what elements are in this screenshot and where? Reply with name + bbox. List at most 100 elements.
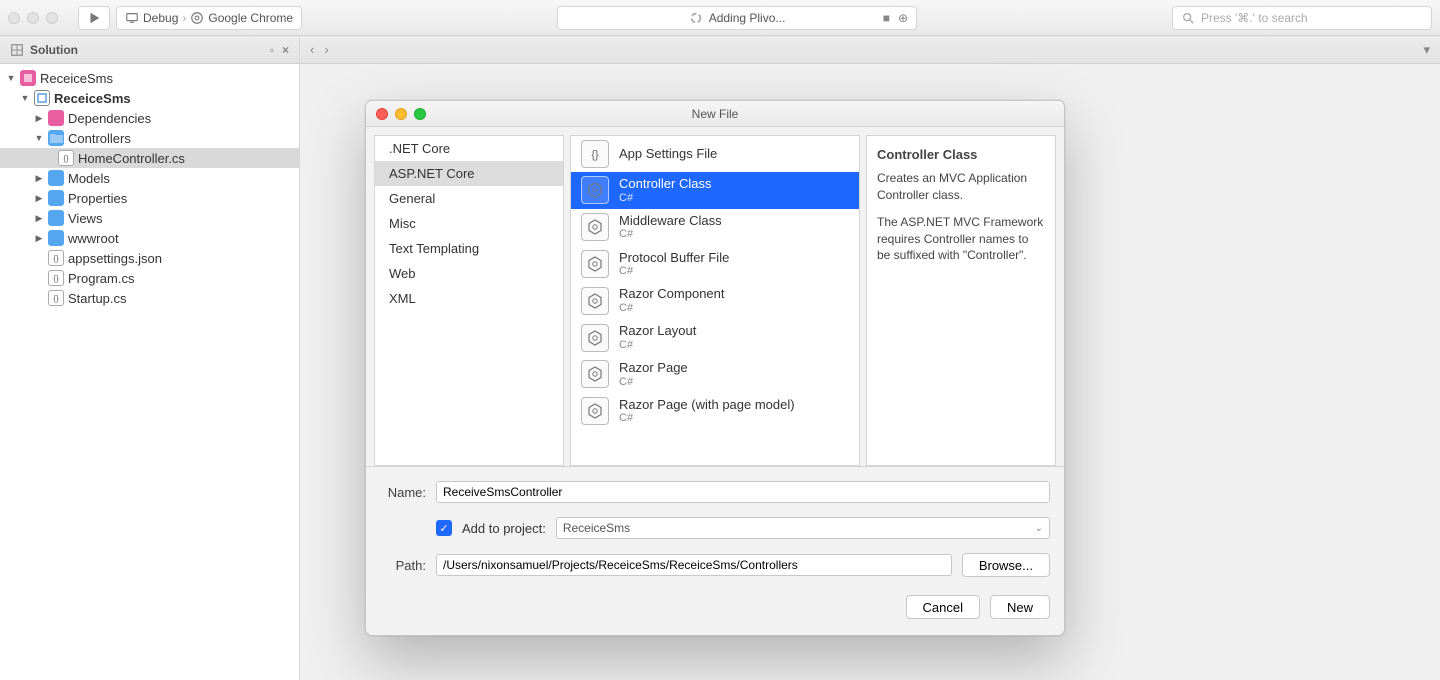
node-label: Program.cs xyxy=(68,271,134,286)
nav-back-icon[interactable]: ‹ xyxy=(310,42,314,57)
nav-forward-icon[interactable]: › xyxy=(324,42,328,57)
tree-startup-node[interactable]: {} Startup.cs xyxy=(0,288,299,308)
solution-panel-header: Solution ▫ × xyxy=(0,36,299,64)
folder-icon xyxy=(48,190,64,206)
tree-project-node[interactable]: ▼ ReceiceSms xyxy=(0,88,299,108)
global-search[interactable]: Press '⌘.' to search xyxy=(1172,6,1432,30)
new-button[interactable]: New xyxy=(990,595,1050,619)
tree-controllers-node[interactable]: ▼ Controllers xyxy=(0,128,299,148)
template-item[interactable]: Razor Page (with page model)C# xyxy=(571,393,859,430)
template-icon: {} xyxy=(581,140,609,168)
template-subtitle: C# xyxy=(619,302,725,315)
editor-crumb-bar: ‹ › ▾ xyxy=(300,36,1440,64)
category-item[interactable]: .NET Core xyxy=(375,136,563,161)
template-item[interactable]: {} App Settings File xyxy=(571,136,859,172)
tree-models-node[interactable]: ▶ Models xyxy=(0,168,299,188)
template-item[interactable]: Razor ComponentC# xyxy=(571,282,859,319)
tree-appsettings-node[interactable]: {} appsettings.json xyxy=(0,248,299,268)
category-item[interactable]: XML xyxy=(375,286,563,311)
template-item[interactable]: Razor PageC# xyxy=(571,356,859,393)
category-item[interactable]: General xyxy=(375,186,563,211)
tree-properties-node[interactable]: ▶ Properties xyxy=(0,188,299,208)
solution-tree[interactable]: ▼ ReceiceSms ▼ ReceiceSms ▶ Dependencies… xyxy=(0,64,299,680)
run-configuration[interactable]: Debug › Google Chrome xyxy=(116,6,302,30)
chevron-down-icon[interactable]: ▼ xyxy=(6,73,16,83)
tree-solution-node[interactable]: ▼ ReceiceSms xyxy=(0,68,299,88)
category-list[interactable]: .NET CoreASP.NET CoreGeneralMiscText Tem… xyxy=(374,135,564,466)
template-subtitle: C# xyxy=(619,339,696,352)
template-icon xyxy=(581,324,609,352)
node-label: Views xyxy=(68,211,102,226)
chevron-right-icon[interactable]: ▶ xyxy=(34,193,44,204)
template-name: App Settings File xyxy=(619,146,717,162)
panel-close-icon[interactable]: × xyxy=(282,43,289,57)
modal-traffic-lights[interactable] xyxy=(376,108,426,120)
category-item[interactable]: ASP.NET Core xyxy=(375,161,563,186)
spinner-icon xyxy=(689,11,703,25)
add-to-project-checkbox[interactable]: ✓ xyxy=(436,520,452,536)
close-icon[interactable] xyxy=(376,108,388,120)
tree-views-node[interactable]: ▶ Views xyxy=(0,208,299,228)
tree-program-node[interactable]: {} Program.cs xyxy=(0,268,299,288)
status-text: Adding Plivo... xyxy=(709,11,786,25)
tree-dependencies-node[interactable]: ▶ Dependencies xyxy=(0,108,299,128)
split-menu-icon[interactable]: ▾ xyxy=(1423,42,1430,58)
path-field[interactable] xyxy=(436,554,952,576)
window-traffic-disabled xyxy=(8,12,58,24)
template-icon xyxy=(581,287,609,315)
template-list[interactable]: {}App Settings FileController ClassC#Mid… xyxy=(570,135,860,466)
folder-icon xyxy=(48,130,64,146)
template-item[interactable]: Protocol Buffer FileC# xyxy=(571,246,859,283)
chevron-down-icon[interactable]: ▼ xyxy=(20,93,30,103)
node-label: Startup.cs xyxy=(68,291,127,306)
template-subtitle: C# xyxy=(619,192,711,205)
project-icon xyxy=(34,90,50,106)
chevron-down-icon[interactable]: ▼ xyxy=(34,133,44,143)
stop-icon[interactable]: ■ xyxy=(883,11,890,25)
chevron-right-icon[interactable]: ▶ xyxy=(34,173,44,184)
solution-panel-icon xyxy=(10,43,24,57)
name-label: Name: xyxy=(380,485,426,500)
chevron-right-icon[interactable]: ▶ xyxy=(34,213,44,224)
node-label: appsettings.json xyxy=(68,251,162,266)
folder-icon xyxy=(48,170,64,186)
add-to-project-label: Add to project: xyxy=(462,521,546,536)
template-item[interactable]: Controller ClassC# xyxy=(571,172,859,209)
template-name: Controller Class xyxy=(619,176,711,192)
template-subtitle: C# xyxy=(619,228,722,241)
template-item[interactable]: Middleware ClassC# xyxy=(571,209,859,246)
template-icon xyxy=(581,176,609,204)
description-line1: Creates an MVC Application Controller cl… xyxy=(877,170,1045,204)
new-file-modal: New File .NET CoreASP.NET CoreGeneralMis… xyxy=(365,100,1065,636)
cancel-button[interactable]: Cancel xyxy=(906,595,980,619)
tree-homecontroller-node[interactable]: {} HomeController.cs xyxy=(0,148,299,168)
json-file-icon: {} xyxy=(48,250,64,266)
template-item[interactable]: Razor LayoutC# xyxy=(571,319,859,356)
description-title: Controller Class xyxy=(877,146,1045,164)
browse-button[interactable]: Browse... xyxy=(962,553,1050,577)
config-label: Debug xyxy=(143,11,178,25)
run-button[interactable] xyxy=(78,6,110,30)
project-select[interactable]: ReceiceSms ⌄ xyxy=(556,517,1050,539)
minimize-icon[interactable] xyxy=(395,108,407,120)
tree-wwwroot-node[interactable]: ▶ wwwroot xyxy=(0,228,299,248)
solution-panel-title: Solution xyxy=(30,43,78,57)
category-item[interactable]: Text Templating xyxy=(375,236,563,261)
folder-icon xyxy=(48,230,64,246)
category-item[interactable]: Web xyxy=(375,261,563,286)
panel-dock-icon[interactable]: ▫ xyxy=(270,43,274,57)
modal-title: New File xyxy=(692,107,739,121)
zoom-icon[interactable] xyxy=(414,108,426,120)
csharp-file-icon: {} xyxy=(48,290,64,306)
node-label: Dependencies xyxy=(68,111,151,126)
category-item[interactable]: Misc xyxy=(375,211,563,236)
play-icon xyxy=(87,11,101,25)
csharp-file-icon: {} xyxy=(58,150,74,166)
template-icon xyxy=(581,213,609,241)
monitor-icon xyxy=(125,11,139,25)
chevron-right-icon[interactable]: ▶ xyxy=(34,113,44,124)
chevron-right-icon[interactable]: ▶ xyxy=(34,233,44,244)
name-field[interactable] xyxy=(436,481,1050,503)
add-icon[interactable]: ⊕ xyxy=(898,11,908,25)
node-label: Controllers xyxy=(68,131,131,146)
